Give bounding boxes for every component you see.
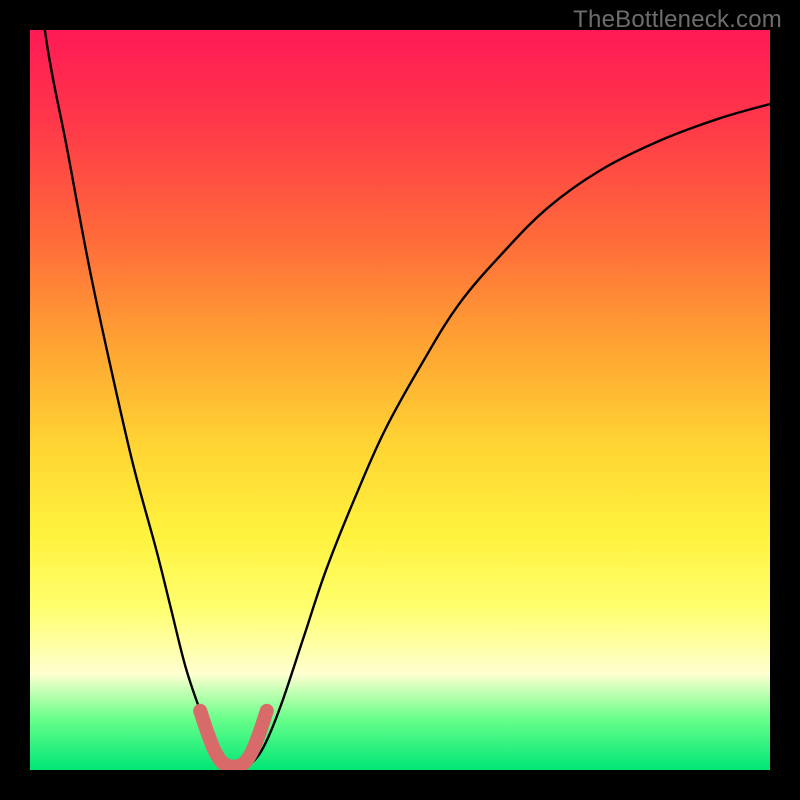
bottleneck-curve: [30, 30, 770, 767]
chart-container: TheBottleneck.com: [0, 0, 800, 800]
plot-area: [30, 30, 770, 770]
chart-svg: [30, 30, 770, 770]
